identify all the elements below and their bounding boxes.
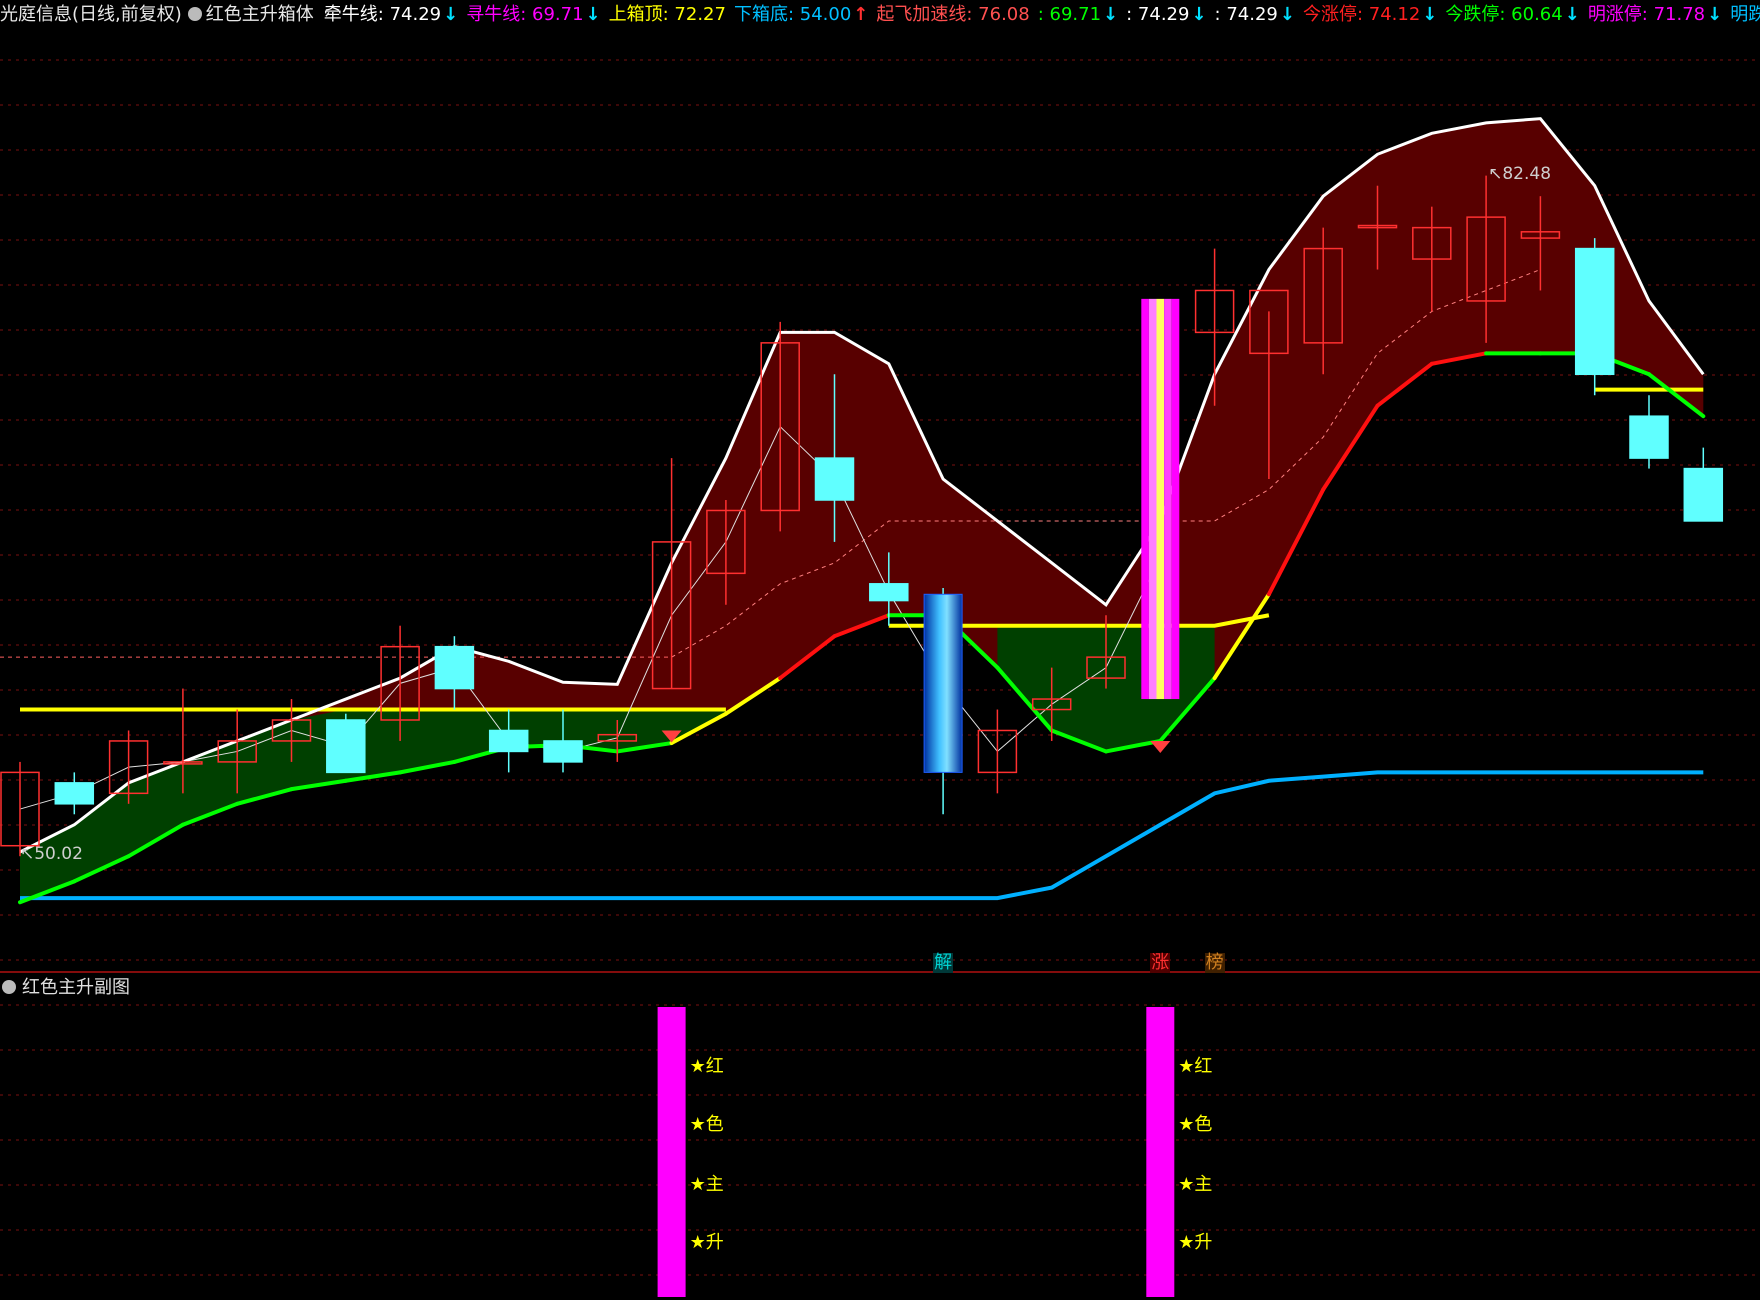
- signal-marker-icon: [1150, 740, 1171, 753]
- sub-panel-char: ★升: [689, 1232, 724, 1253]
- candle-body: [488, 729, 529, 753]
- sub-panel-char: ★主: [1178, 1174, 1213, 1195]
- candle-body: [814, 457, 855, 501]
- candle-body: [1171, 298, 1180, 700]
- max-price-label: ↖82.48: [1488, 163, 1552, 184]
- min-price-label: ↖50.02: [20, 843, 83, 864]
- signal-tag: 榜: [1204, 952, 1225, 973]
- candle-body: [1164, 298, 1172, 700]
- candle-body: [1156, 298, 1165, 700]
- main-chart[interactable]: [0, 0, 1760, 1300]
- signal-tag: 涨: [1150, 952, 1171, 973]
- candle-body: [923, 593, 963, 773]
- candle-body: [54, 782, 95, 805]
- candle-body: [434, 645, 475, 690]
- sub-panel-bar: [657, 1007, 686, 1297]
- candle-body: [1148, 298, 1157, 700]
- sub-panel-char: ★红: [1178, 1056, 1213, 1077]
- sub-panel-char: ★色: [1178, 1114, 1213, 1135]
- sub-panel-bar: [1146, 1007, 1175, 1297]
- candle-body: [326, 719, 366, 774]
- candle-body: [869, 583, 909, 602]
- candle-body: [1141, 298, 1149, 700]
- sub-panel-menu-icon[interactable]: [2, 980, 16, 994]
- candle-body: [1629, 415, 1669, 459]
- sub-panel-char: ★升: [1178, 1232, 1213, 1253]
- sub-panel-title[interactable]: 红色主升副图: [2, 976, 130, 1000]
- lower-fill-area: [20, 709, 726, 903]
- candle-body: [1574, 247, 1615, 376]
- candle-body: [543, 740, 583, 763]
- signal-tag: 解: [933, 952, 954, 973]
- sub-panel-char: ★主: [689, 1174, 724, 1195]
- sub-panel-char: ★红: [689, 1056, 724, 1077]
- candle-body: [1683, 467, 1724, 522]
- sub-panel-char: ★色: [689, 1114, 724, 1135]
